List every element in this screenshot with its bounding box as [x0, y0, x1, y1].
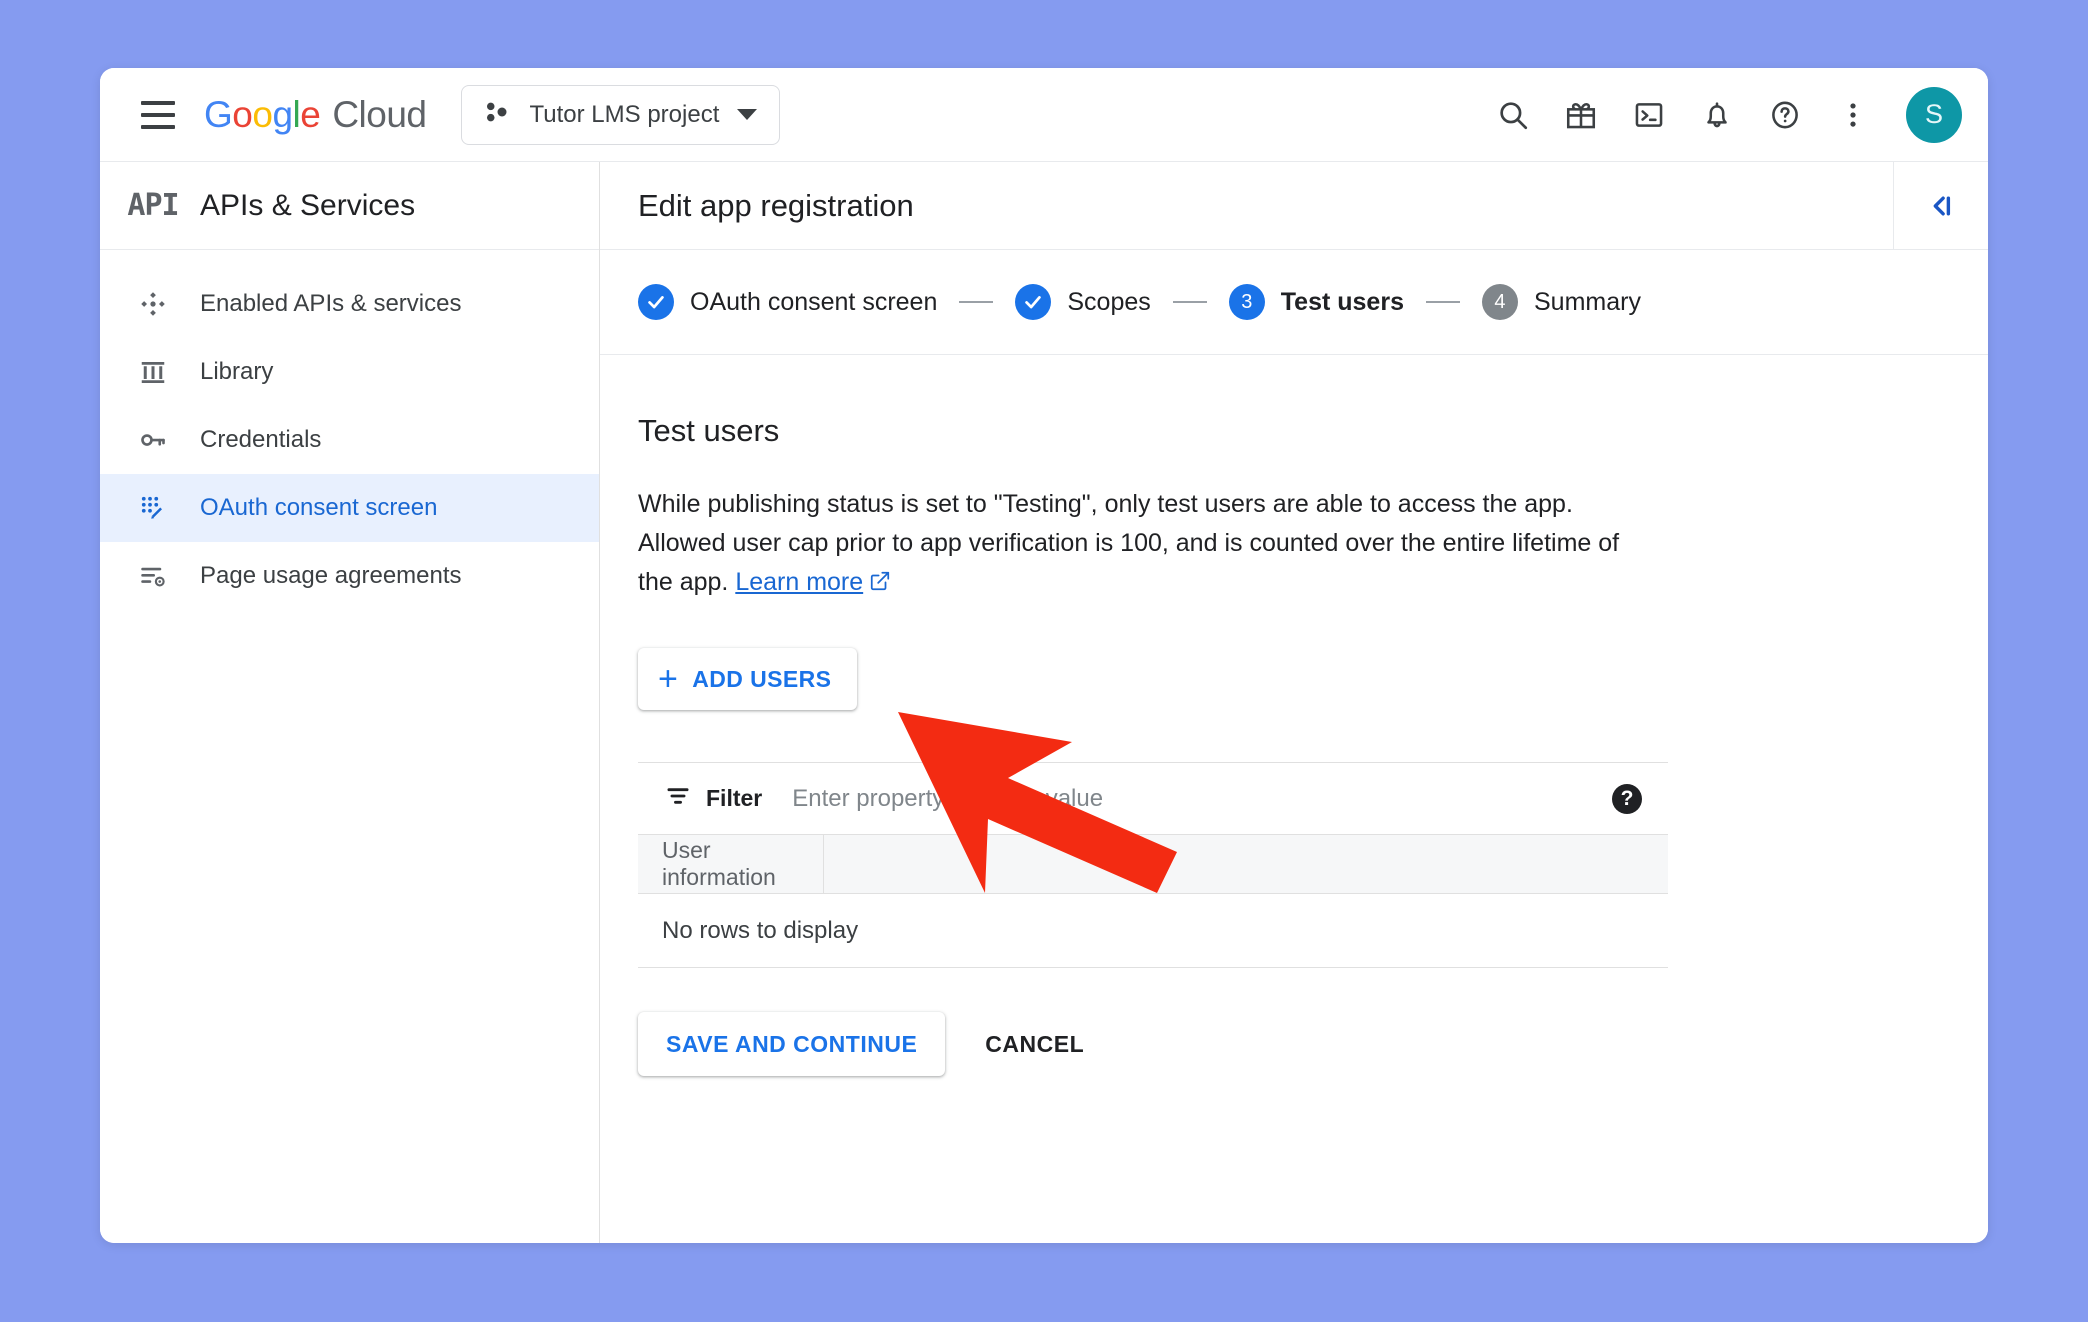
filter-input[interactable] — [792, 784, 1612, 813]
enabled-apis-icon — [114, 289, 192, 319]
sidebar-nav-list: Enabled APIs & services Library Credenti… — [100, 250, 599, 610]
save-and-continue-button[interactable]: SAVE AND CONTINUE — [638, 1012, 946, 1076]
sidebar-item-library[interactable]: Library — [100, 338, 599, 406]
sidebar-item-page-usage-agreements[interactable]: Page usage agreements — [100, 542, 599, 610]
hamburger-menu-icon[interactable] — [130, 87, 186, 143]
chevron-down-icon — [737, 109, 758, 120]
filter-bar: Filter ? — [638, 762, 1668, 834]
plus-icon: + — [658, 660, 679, 698]
notifications-bell-icon[interactable] — [1688, 86, 1746, 144]
filter-label: Filter — [706, 785, 763, 811]
help-circle-icon[interactable] — [1756, 86, 1814, 144]
step-label: Test users — [1280, 287, 1404, 316]
oauth-consent-icon — [114, 493, 192, 523]
help-glyph: ? — [1620, 786, 1634, 810]
content-header: Edit app registration — [600, 162, 1988, 250]
step-oauth-consent-screen[interactable]: OAuth consent screen — [638, 284, 937, 320]
api-product-icon: API — [127, 188, 179, 223]
sidebar-item-label: Library — [200, 358, 274, 385]
step-scopes[interactable]: Scopes — [1015, 284, 1151, 320]
learn-more-link[interactable]: Learn more — [735, 568, 863, 596]
content-area: Edit app registration OAuth consent scre… — [600, 162, 1988, 1243]
page-root: Go o g l e Cloud Tutor LMS project S API… — [0, 0, 2088, 1322]
sidebar-item-label: Enabled APIs & services — [200, 290, 462, 317]
logo-letter-o1: o — [232, 93, 253, 135]
step-number-badge: 3 — [1228, 284, 1265, 320]
open-in-new-icon — [869, 565, 891, 604]
step-separator — [1425, 301, 1460, 303]
test-users-table: Filter ? User information No rows to dis… — [638, 762, 1668, 968]
logo-letter-l: l — [292, 93, 301, 135]
step-separator — [959, 301, 994, 303]
logo-letter-g2: g — [272, 93, 293, 135]
sidebar-item-credentials[interactable]: Credentials — [100, 406, 599, 474]
step-test-users[interactable]: 3 Test users — [1228, 284, 1404, 320]
sidebar-item-label: Credentials — [200, 426, 322, 453]
cancel-button[interactable]: CANCEL — [961, 1012, 1108, 1076]
sidebar-title: APIs & Services — [200, 188, 416, 222]
key-icon — [114, 425, 192, 455]
column-header-blank — [824, 835, 1668, 893]
step-label: Summary — [1533, 287, 1641, 316]
page-title: Edit app registration — [638, 187, 914, 223]
topbar-icon-group: S — [1484, 86, 1962, 144]
form-footer-actions: SAVE AND CONTINUE CANCEL — [638, 1012, 1988, 1076]
add-users-button[interactable]: + ADD USERS — [638, 648, 858, 710]
table-empty-message: No rows to display — [638, 894, 1668, 968]
project-selector[interactable]: Tutor LMS project — [460, 84, 781, 145]
section-description: While publishing status is set to "Testi… — [638, 485, 1643, 604]
learn-more-label: Learn more — [735, 568, 864, 596]
library-icon — [114, 357, 192, 387]
avatar[interactable]: S — [1906, 86, 1962, 143]
browser-window: Go o g l e Cloud Tutor LMS project S API… — [100, 68, 1988, 1243]
add-users-label: ADD USERS — [692, 665, 832, 692]
project-name-label: Tutor LMS project — [529, 100, 720, 128]
sidebar-item-label: OAuth consent screen — [200, 494, 438, 521]
project-nodes-icon — [482, 97, 512, 132]
avatar-initial: S — [1924, 99, 1943, 129]
section-title: Test users — [638, 413, 780, 448]
sidebar-header: API APIs & Services — [100, 162, 599, 250]
table-header-row: User information — [638, 834, 1668, 894]
more-vert-icon[interactable] — [1824, 86, 1882, 144]
column-header-user-information: User information — [638, 835, 824, 893]
sidebar-item-label: Page usage agreements — [200, 562, 462, 589]
help-filled-icon[interactable]: ? — [1612, 783, 1642, 814]
filter-list-icon[interactable] — [664, 782, 692, 815]
collapse-panel-icon[interactable] — [1893, 162, 1988, 250]
step-check-icon — [638, 284, 674, 320]
search-icon[interactable] — [1484, 86, 1542, 144]
test-users-pane: Test users While publishing status is se… — [600, 355, 1988, 1076]
page-usage-agreements-icon — [114, 561, 192, 591]
google-cloud-logo[interactable]: Go o g l e Cloud — [204, 94, 427, 136]
step-separator — [1172, 301, 1207, 303]
top-bar: Go o g l e Cloud Tutor LMS project S — [100, 68, 1988, 161]
step-summary[interactable]: 4 Summary — [1481, 284, 1641, 320]
logo-letter-e: e — [300, 93, 321, 135]
sidebar: API APIs & Services Enabled APIs & servi… — [100, 162, 600, 1243]
body-split: API APIs & Services Enabled APIs & servi… — [100, 161, 1988, 1243]
sidebar-item-enabled-apis[interactable]: Enabled APIs & services — [100, 270, 599, 338]
cloud-shell-icon[interactable] — [1620, 86, 1678, 144]
step-label: OAuth consent screen — [690, 287, 938, 316]
logo-letter-o2: o — [252, 93, 273, 135]
wizard-stepper: OAuth consent screen Scopes 3 Test users… — [600, 250, 1988, 355]
logo-letter-g: G — [204, 93, 233, 135]
logo-word-cloud: Cloud — [332, 93, 427, 135]
sidebar-item-oauth-consent-screen[interactable]: OAuth consent screen — [100, 474, 599, 542]
step-number-badge: 4 — [1481, 284, 1518, 320]
step-label: Scopes — [1067, 287, 1151, 316]
gift-icon[interactable] — [1552, 86, 1610, 144]
step-check-icon — [1015, 284, 1052, 320]
